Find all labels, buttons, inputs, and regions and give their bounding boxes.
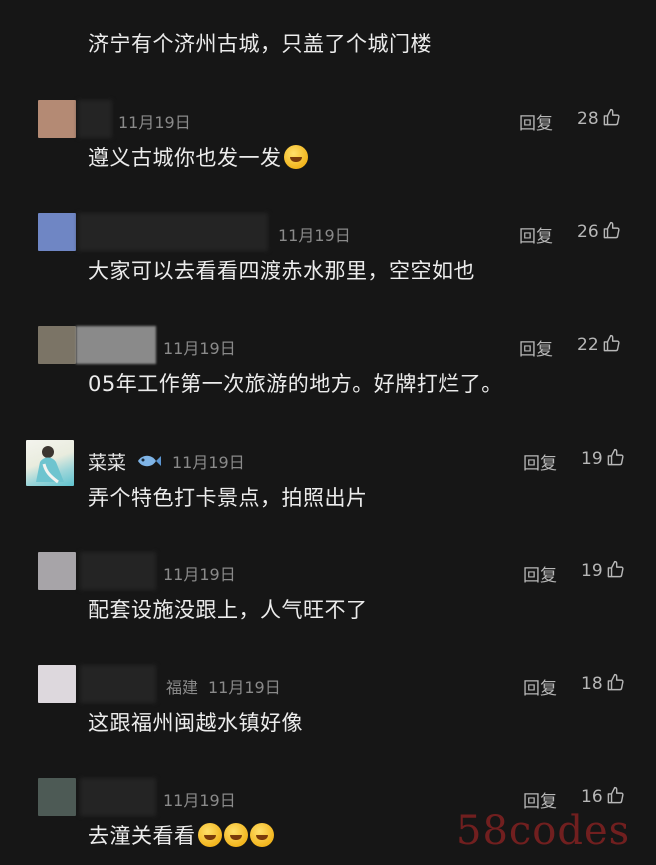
thumbs-up-icon	[607, 786, 624, 804]
like-button[interactable]: 22	[577, 334, 621, 355]
comment-item: 菜菜 11月19日 回复 19 弄个特色打卡景点，拍照出片	[0, 440, 656, 540]
avatar[interactable]	[38, 665, 76, 703]
like-button[interactable]: 28	[577, 108, 621, 129]
reply-button[interactable]: 回复	[519, 222, 553, 247]
like-count: 18	[581, 674, 603, 694]
shocked-emoji-icon	[283, 145, 308, 169]
comment-text: 去潼关看看	[88, 824, 196, 848]
username-redacted	[76, 326, 156, 364]
comment-item: 11月19日 回复 26 大家可以去看看四渡赤水那里，空空如也	[0, 213, 656, 313]
comment-text: 大家可以去看看四渡赤水那里，空空如也	[88, 259, 475, 283]
comment-date: 11月19日	[118, 113, 191, 132]
comment-item: 11月19日 回复 28 遵义古城你也发一发	[0, 100, 656, 200]
comment-date: 11月19日	[163, 565, 236, 584]
like-button[interactable]: 26	[577, 221, 621, 242]
like-button[interactable]: 19	[581, 448, 625, 469]
laughing-emoji-icon	[249, 823, 274, 847]
like-count: 19	[581, 449, 603, 469]
avatar[interactable]	[26, 440, 74, 486]
thumbs-up-icon	[603, 334, 620, 352]
comment-date: 11月19日	[278, 226, 351, 245]
thumbs-up-icon	[603, 108, 620, 126]
thumbs-up-icon	[607, 560, 624, 578]
thumbs-up-icon	[607, 673, 624, 691]
username-redacted	[78, 100, 112, 138]
comment-text-row: 去潼关看看	[88, 820, 274, 850]
like-count: 19	[581, 561, 603, 581]
comment-location: 福建	[166, 678, 199, 697]
avatar-figure-icon	[36, 446, 64, 484]
comment-text-row: 弄个特色打卡景点，拍照出片	[88, 482, 368, 512]
username-redacted	[80, 552, 156, 590]
like-count: 26	[577, 222, 599, 242]
fish-badge-icon	[138, 455, 161, 467]
comment-text-row: 05年工作第一次旅游的地方。好牌打烂了。	[88, 368, 503, 398]
reply-button[interactable]: 回复	[523, 674, 557, 699]
comment-date: 11月19日	[163, 339, 236, 358]
like-button[interactable]: 19	[581, 560, 625, 581]
comment-text: 05年工作第一次旅游的地方。好牌打烂了。	[88, 372, 503, 396]
reply-button[interactable]: 回复	[519, 109, 553, 134]
comment-text: 济宁有个济州古城，只盖了个城门楼	[88, 32, 432, 56]
avatar[interactable]	[38, 213, 76, 251]
comment-date: 11月19日	[208, 678, 281, 697]
laughing-emoji-icon	[197, 823, 222, 847]
comment-text: 这跟福州闽越水镇好像	[88, 711, 303, 735]
comment-text-row: 配套设施没跟上，人气旺不了	[88, 594, 368, 624]
avatar[interactable]	[38, 326, 76, 364]
comment-text-row: 遵义古城你也发一发	[88, 142, 308, 172]
comment-item: 11月19日 回复 22 05年工作第一次旅游的地方。好牌打烂了。	[0, 326, 656, 426]
comment-text: 遵义古城你也发一发	[88, 146, 282, 170]
avatar[interactable]	[38, 778, 76, 816]
thumbs-up-icon	[607, 448, 624, 466]
laughing-emoji-icon	[223, 823, 248, 847]
like-button[interactable]: 18	[581, 673, 625, 694]
username[interactable]: 菜菜	[88, 448, 126, 475]
username-redacted	[80, 778, 156, 816]
username-redacted	[80, 665, 156, 703]
like-button[interactable]: 16	[581, 786, 625, 807]
comment-date: 11月19日	[163, 791, 236, 810]
like-count: 28	[577, 109, 599, 129]
comment-section: 济宁有个济州古城，只盖了个城门楼 11月19日 回复 28 遵义古城你也发一发 …	[0, 0, 656, 865]
watermark: 58codes	[456, 808, 631, 854]
comment-item: 福建 11月19日 回复 18 这跟福州闽越水镇好像	[0, 665, 656, 765]
reply-button[interactable]: 回复	[523, 561, 557, 586]
comment-item: 11月19日 回复 19 配套设施没跟上，人气旺不了	[0, 552, 656, 652]
username-redacted	[78, 213, 268, 251]
like-count: 22	[577, 335, 599, 355]
like-count: 16	[581, 787, 603, 807]
comment-text: 弄个特色打卡景点，拍照出片	[88, 486, 368, 510]
comment-text-row: 这跟福州闽越水镇好像	[88, 707, 303, 737]
reply-button[interactable]: 回复	[519, 335, 553, 360]
reply-button[interactable]: 回复	[523, 449, 557, 474]
comment-text-row: 大家可以去看看四渡赤水那里，空空如也	[88, 255, 475, 285]
avatar[interactable]	[38, 552, 76, 590]
thumbs-up-icon	[603, 221, 620, 239]
comment-text: 配套设施没跟上，人气旺不了	[88, 598, 368, 622]
avatar[interactable]	[38, 100, 76, 138]
comment-date: 11月19日	[172, 453, 245, 472]
